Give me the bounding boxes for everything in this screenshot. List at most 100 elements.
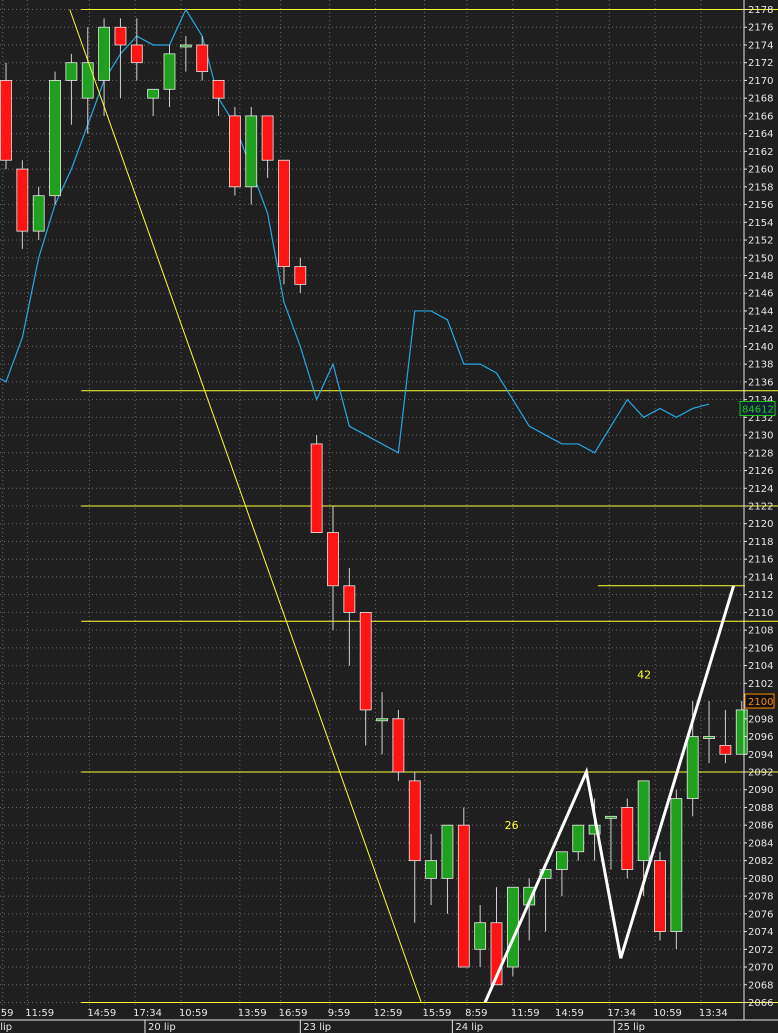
y-tick-label: 2086 [748, 821, 773, 832]
y-tick-label: 2066 [748, 998, 773, 1009]
candle-body [65, 62, 78, 81]
y-tick-label: 2068 [748, 980, 773, 991]
candle-body [457, 824, 470, 968]
annotation-label: 42 [637, 668, 651, 681]
y-tick-label: 2154 [748, 218, 773, 229]
candle-body [327, 532, 339, 587]
y-tick-label: 2092 [748, 767, 773, 778]
x-tick-label: 14:59 [555, 1008, 584, 1019]
date-label: 24 lip [455, 1022, 483, 1033]
x-tick-label: 11:59 [25, 1008, 54, 1019]
y-tick-label: 2160 [748, 165, 773, 176]
candle-body [686, 736, 699, 799]
candle-body [654, 860, 666, 932]
candle-bear [654, 851, 666, 941]
candle-body [163, 53, 176, 90]
candle-body [310, 443, 323, 533]
x-tick-label: 11:59 [511, 1008, 540, 1019]
y-tick-label: 2110 [748, 608, 773, 619]
x-tick-label: 10:59 [653, 1008, 682, 1019]
date-label: 25 lip [617, 1022, 645, 1033]
candle-body [556, 851, 568, 870]
y-tick-label: 2166 [748, 111, 773, 122]
candle-body [81, 62, 94, 99]
candle-bear [310, 435, 323, 533]
annotation-label: 26 [505, 819, 519, 832]
y-tick-label: 2136 [748, 377, 773, 388]
y-tick-label: 2162 [748, 147, 773, 158]
y-tick-label: 2168 [748, 94, 773, 105]
candle-body [735, 709, 748, 755]
x-tick-label: 10:59 [179, 1008, 208, 1019]
y-tick-label: 2090 [748, 785, 773, 796]
x-tick-label: 16:59 [279, 1008, 308, 1019]
y-tick-label: 2122 [748, 502, 773, 513]
y-tick-label: 2128 [748, 448, 773, 459]
candle-body [245, 115, 258, 188]
candle-body [376, 718, 388, 722]
candle-body [474, 922, 487, 950]
x-tick-label: 14:59 [87, 1008, 116, 1019]
candle-bear [457, 807, 470, 968]
y-tick-label: 2170 [748, 76, 773, 87]
y-tick-label: 2076 [748, 909, 773, 920]
y-tick-label: 2164 [748, 129, 773, 140]
y-tick-label: 2142 [748, 324, 773, 335]
candle-body [228, 115, 241, 188]
y-tick-label: 2152 [748, 236, 773, 247]
candle-body [114, 26, 127, 46]
y-tick-label: 2096 [748, 732, 773, 743]
y-tick-label: 2148 [748, 271, 773, 282]
x-tick-label: 17:34 [607, 1008, 636, 1019]
y-tick-label: 2070 [748, 963, 773, 974]
candle-body [130, 44, 143, 64]
candle-body [392, 718, 405, 773]
x-tick-label: 8:59 [465, 1008, 487, 1019]
y-tick-label: 2116 [748, 555, 773, 566]
candle-body [637, 780, 650, 862]
candle-bear [228, 107, 241, 196]
last-price-label: 2100 [748, 697, 773, 708]
y-tick-label: 2118 [748, 537, 773, 548]
y-tick-label: 2158 [748, 182, 773, 193]
candle-body [621, 807, 634, 870]
candle-bear [392, 709, 405, 781]
y-tick-label: 2114 [748, 572, 773, 583]
y-tick-label: 2078 [748, 892, 773, 903]
candle-body [212, 80, 225, 99]
candle-body [0, 80, 12, 161]
candle-body [196, 44, 209, 72]
y-tick-label: 2082 [748, 856, 773, 867]
candle-body [703, 736, 715, 739]
date-label: 23 lip [303, 1022, 331, 1033]
candle-body [719, 744, 732, 755]
x-tick-label: 13:34 [699, 1008, 728, 1019]
y-tick-label: 2176 [748, 23, 773, 34]
y-tick-label: 2124 [748, 484, 773, 495]
x-tick-label: 13:59 [238, 1008, 267, 1019]
y-tick-label: 2112 [748, 590, 773, 601]
candle-body [98, 26, 110, 81]
x-tick-label: 15:59 [423, 1008, 452, 1019]
candle-body [16, 168, 29, 232]
y-tick-label: 2130 [748, 431, 773, 442]
candle-body [343, 585, 356, 613]
date-label: l lip [0, 1022, 12, 1033]
y-tick-label: 2084 [748, 838, 773, 849]
y-tick-label: 2178 [748, 5, 773, 16]
y-tick-label: 2106 [748, 643, 773, 654]
y-tick-label: 2098 [748, 714, 773, 725]
candle-bear [621, 798, 634, 879]
candle-body [261, 115, 274, 161]
candle-body [147, 88, 160, 99]
candle-bull [670, 789, 683, 950]
y-tick-label: 2174 [748, 40, 773, 51]
candle-body [294, 266, 307, 285]
y-tick-label: 2120 [748, 519, 773, 530]
candle-body [408, 780, 421, 862]
date-label: 20 lip [148, 1022, 176, 1033]
y-tick-label: 2156 [748, 200, 773, 211]
indicator-value-label: 84612 [742, 404, 774, 415]
y-tick-label: 2138 [748, 360, 773, 371]
x-tick-label: 12:59 [374, 1008, 403, 1019]
